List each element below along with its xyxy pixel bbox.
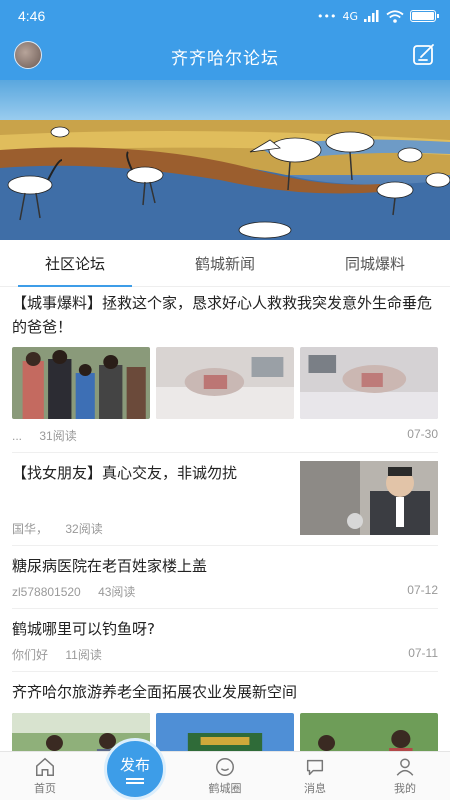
post-date: 07-12 <box>407 583 438 597</box>
post-thumbnails <box>12 347 438 419</box>
post-item[interactable]: 【找女朋友】真心交友，非诚勿扰 国华， 32阅读 <box>12 453 438 546</box>
page-title: 齐齐哈尔论坛 <box>171 48 279 69</box>
wifi-icon <box>386 9 404 23</box>
nav-hecheng-circle[interactable]: 鹤城圈 <box>180 752 270 800</box>
tab-bar: 社区论坛 鹤城新闻 同城爆料 <box>0 240 450 287</box>
post-reads: 11阅读 <box>65 648 102 662</box>
banner-image[interactable] <box>0 80 450 240</box>
post-meta: ... 31阅读 07-30 <box>12 427 438 444</box>
nav-hecheng-label: 鹤城圈 <box>208 782 242 795</box>
message-icon <box>306 759 324 776</box>
publish-line-icon <box>126 782 144 784</box>
network-label: 4G <box>342 9 358 23</box>
post-title: 齐齐哈尔旅游养老全面拓展农业发展新空间 <box>12 683 298 701</box>
post-date: 07-11 <box>408 646 438 660</box>
post-item[interactable]: 糖尿病医院在老百姓家楼上盖 zl578801520 43阅读 07-12 <box>12 546 438 609</box>
post-image[interactable] <box>300 347 438 419</box>
nav-profile[interactable]: 我的 <box>360 752 450 800</box>
battery-icon <box>410 10 439 22</box>
compose-icon[interactable] <box>412 42 436 66</box>
post-image[interactable] <box>300 713 438 751</box>
post-item[interactable]: 【城事爆料】拯救这个家，恳求好心人救救我突发意外生命垂危的爸爸！ ... 31阅… <box>12 287 438 453</box>
more-dots-icon: ••• <box>317 9 337 23</box>
post-reads: 43阅读 <box>98 585 136 599</box>
nav-messages-label: 消息 <box>304 782 326 795</box>
tab-city-news[interactable]: 鹤城新闻 <box>150 240 300 286</box>
avatar[interactable] <box>14 41 42 69</box>
post-thumbnails <box>12 713 438 751</box>
post-reads: 31阅读 <box>39 429 77 443</box>
user-icon <box>396 758 414 776</box>
nav-bar: 齐齐哈尔论坛 <box>0 32 450 80</box>
circle-chat-icon <box>216 758 234 776</box>
post-meta: 你们好 11阅读 07-11 <box>12 646 438 663</box>
post-author: zl578801520 <box>12 585 81 599</box>
status-icons: ••• 4G <box>317 9 439 23</box>
home-icon <box>36 757 54 776</box>
post-feed: 【城事爆料】拯救这个家，恳求好心人救救我突发意外生命垂危的爸爸！ ... 31阅… <box>0 287 450 751</box>
nav-home[interactable]: 首页 <box>0 752 90 800</box>
bottom-nav: 首页 鹤城圈 消息 我的 <box>0 751 450 800</box>
post-author: 你们好 <box>12 648 49 662</box>
post-title: 【找女朋友】真心交友，非诚勿扰 <box>12 464 238 482</box>
post-title: 【城事爆料】拯救这个家，恳求好心人救救我突发意外生命垂危的爸爸！ <box>12 294 433 336</box>
post-meta: zl578801520 43阅读 07-12 <box>12 583 438 600</box>
post-image[interactable] <box>12 347 150 419</box>
nav-home-label: 首页 <box>34 782 56 795</box>
post-meta: 国华， 32阅读 <box>12 520 237 537</box>
post-image[interactable] <box>300 461 438 535</box>
tab-community-forum[interactable]: 社区论坛 <box>0 240 150 287</box>
post-date: 07-30 <box>407 427 438 441</box>
publish-label: 发布 <box>119 756 150 774</box>
cranes-photo <box>0 80 450 240</box>
battery-level-fill <box>412 12 434 20</box>
nav-messages[interactable]: 消息 <box>270 752 360 800</box>
post-author: 国华， <box>12 522 49 536</box>
publish-line-icon <box>126 778 144 780</box>
status-time: 4:46 <box>18 8 46 24</box>
post-title: 糖尿病医院在老百姓家楼上盖 <box>12 557 208 575</box>
publish-button[interactable]: 发布 <box>104 738 166 800</box>
post-author: ... <box>12 429 23 443</box>
post-title: 鹤城哪里可以钓鱼呀? <box>12 620 155 638</box>
signal-icon <box>364 10 379 22</box>
nav-profile-label: 我的 <box>394 782 416 795</box>
post-reads: 32阅读 <box>65 522 103 536</box>
status-bar: 4:46 ••• 4G <box>0 0 450 32</box>
post-image[interactable] <box>156 347 294 419</box>
post-item[interactable]: 齐齐哈尔旅游养老全面拓展农业发展新空间 <box>12 672 438 751</box>
post-image[interactable] <box>156 713 294 751</box>
post-item[interactable]: 鹤城哪里可以钓鱼呀? 你们好 11阅读 07-11 <box>12 609 438 672</box>
app-header: 4:46 ••• 4G 齐齐哈尔论坛 <box>0 0 450 80</box>
tab-local-reports[interactable]: 同城爆料 <box>300 240 450 286</box>
